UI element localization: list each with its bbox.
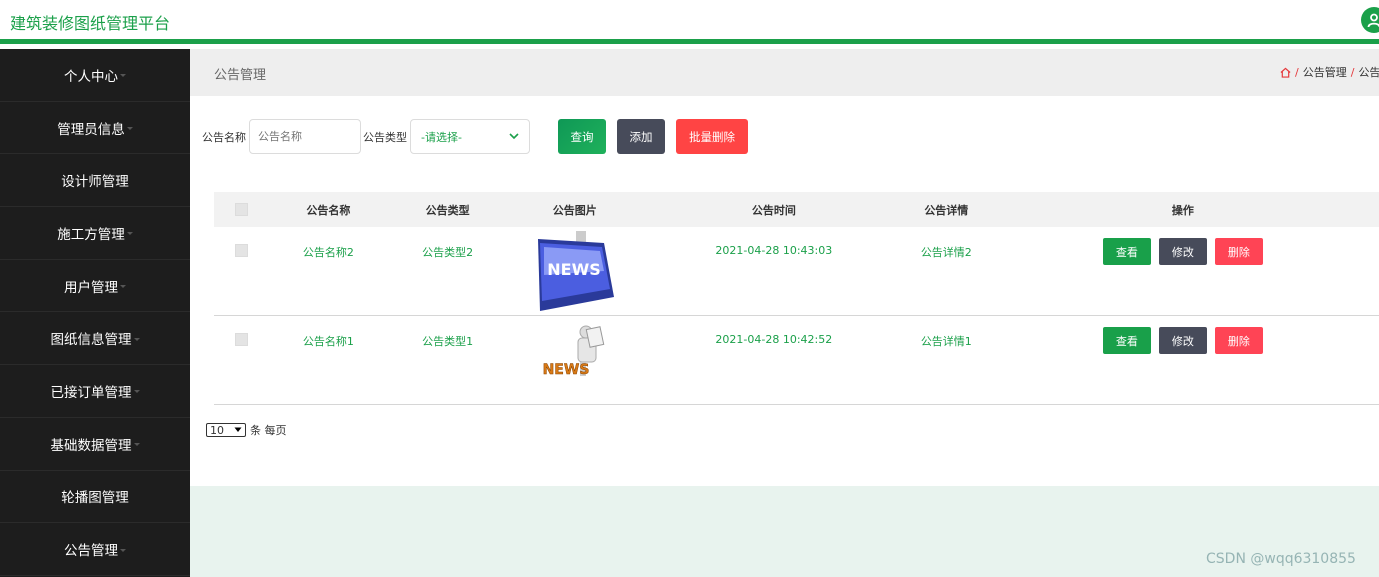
- news-image-text: NEWS: [547, 260, 601, 279]
- notice-time: 2021-04-28 10:43:03: [715, 244, 833, 257]
- select-all-checkbox[interactable]: [235, 203, 249, 216]
- sidebar-item-label: 已接订单管理: [50, 384, 132, 401]
- caret-down-icon: [126, 232, 133, 236]
- name-search-input[interactable]: [249, 119, 361, 154]
- header-checkbox-cell: [214, 203, 269, 216]
- notice-table: 公告名称 公告类型 公告图片 公告时间 公告详情 操作 公告名称2 公告类型2 …: [214, 192, 1379, 405]
- notice-detail: 公告详情2: [920, 246, 972, 259]
- sidebar: 个人中心管理员信息设计师管理施工方管理用户管理图纸信息管理 已接订单管理 基础数据管…: [0, 49, 190, 577]
- type-select[interactable]: -请选择-: [410, 119, 530, 154]
- row-actions: 查看 修改 删除: [987, 316, 1379, 354]
- sidebar-item-label: 施工方管理: [57, 226, 125, 243]
- chevron-down-icon: [234, 427, 242, 432]
- type-select-value: -请选择-: [421, 130, 462, 144]
- header-time: 公告时间: [751, 203, 796, 217]
- caret-down-icon: [120, 285, 126, 289]
- home-icon[interactable]: [1280, 67, 1291, 78]
- table-row: 公告名称1 公告类型1 NEWS 2021-04-28 10:42:52 公告详…: [214, 316, 1379, 405]
- chevron-down-icon: [509, 133, 519, 140]
- caret-down-icon: [133, 443, 140, 447]
- notice-detail: 公告详情1: [920, 335, 972, 348]
- sidebar-item-label: 轮播图管理: [61, 490, 129, 507]
- query-button[interactable]: 查询: [558, 119, 606, 154]
- user-avatar-icon[interactable]: [1361, 7, 1379, 33]
- caret-down-icon: [120, 74, 126, 78]
- content-panel: 公告管理 / 公告管理 / 公告资 公告名称 公告类型 -请选择-: [190, 49, 1379, 486]
- caret-down-icon: [133, 390, 140, 394]
- breadcrumb-separator: /: [1295, 65, 1299, 79]
- sidebar-item[interactable]: 用户管理: [0, 260, 190, 313]
- header-image: 公告图片: [552, 203, 597, 217]
- sidebar-item[interactable]: 施工方管理: [0, 207, 190, 260]
- breadcrumb: / 公告管理 / 公告资: [1280, 64, 1379, 80]
- row-checkbox[interactable]: [235, 244, 249, 257]
- search-bar: 公告名称 公告类型 -请选择- 查询 添加 批量删除: [202, 119, 748, 154]
- table-row: 公告名称2 公告类型2 NEWS 2021-04-28 10:43:03 公告详…: [214, 227, 1379, 316]
- row-checkbox-cell: [214, 227, 269, 257]
- delete-button[interactable]: 删除: [1214, 327, 1263, 354]
- header-name: 公告名称: [306, 203, 351, 217]
- caret-down-icon: [133, 337, 140, 341]
- news-image-text: NEWS: [542, 362, 589, 378]
- notice-type: 公告类型1: [422, 335, 474, 348]
- news-keyboard-image: NEWS: [537, 231, 614, 311]
- sidebar-item[interactable]: 基础数据管理: [0, 418, 190, 471]
- news-reading-figure-image: NEWS: [542, 325, 605, 378]
- header-actions: 操作: [1171, 203, 1194, 217]
- sidebar-item[interactable]: 图纸信息管理: [0, 312, 190, 366]
- sidebar-item[interactable]: 管理员信息: [0, 102, 190, 155]
- top-bar: 建筑装修图纸管理平台: [0, 0, 1379, 44]
- sidebar-item-label: 基础数据管理: [50, 437, 132, 454]
- sidebar-item[interactable]: 设计师管理: [0, 154, 190, 208]
- breadcrumb-item-1[interactable]: 公告管理: [1303, 64, 1347, 80]
- sidebar-item-label: 个人中心: [64, 68, 118, 85]
- add-button[interactable]: 添加: [617, 119, 665, 154]
- row-checkbox[interactable]: [235, 333, 249, 346]
- page-size-suffix: 条 每页: [250, 424, 287, 437]
- main-area: 公告管理 / 公告管理 / 公告资 公告名称 公告类型 -请选择-: [190, 49, 1379, 577]
- page-size-select[interactable]: 10: [206, 423, 246, 437]
- header-detail: 公告详情: [924, 203, 969, 217]
- edit-button[interactable]: 修改: [1158, 327, 1207, 354]
- notice-image[interactable]: NEWS: [508, 316, 642, 380]
- name-label: 公告名称: [202, 130, 246, 144]
- sidebar-item[interactable]: 轮播图管理: [0, 471, 190, 524]
- notice-name: 公告名称2: [302, 246, 354, 259]
- app-title: 建筑装修图纸管理平台: [10, 14, 171, 33]
- sidebar-item-label: 管理员信息: [57, 121, 125, 138]
- breadcrumb-separator: /: [1350, 65, 1355, 79]
- notice-image[interactable]: NEWS: [508, 227, 642, 311]
- caret-down-icon: [126, 127, 133, 131]
- sidebar-item[interactable]: 个人中心: [0, 49, 190, 102]
- page-title: 公告管理: [214, 68, 267, 83]
- sidebar-item-label: 用户管理: [64, 279, 118, 296]
- table-header: 公告名称 公告类型 公告图片 公告时间 公告详情 操作: [214, 192, 1379, 227]
- sidebar-item[interactable]: 公告管理: [0, 523, 190, 576]
- pagination: 10 条 每页: [206, 422, 287, 438]
- edit-button[interactable]: 修改: [1158, 238, 1207, 265]
- sidebar-item-label: 公告管理: [64, 543, 118, 560]
- sidebar-item-label: 图纸信息管理: [50, 332, 132, 349]
- type-label: 公告类型: [363, 130, 407, 144]
- watermark: CSDN @wqq6310855: [1206, 551, 1356, 567]
- sidebar-item[interactable]: 已接订单管理: [0, 365, 190, 418]
- sidebar-item-label: 设计师管理: [61, 174, 129, 191]
- user-icon: [1367, 13, 1379, 28]
- batch-delete-button[interactable]: 批量删除: [676, 119, 748, 154]
- row-actions: 查看 修改 删除: [987, 227, 1379, 265]
- notice-type: 公告类型2: [422, 246, 474, 259]
- view-button[interactable]: 查看: [1102, 238, 1151, 265]
- page-header: 公告管理 / 公告管理 / 公告资: [190, 49, 1379, 96]
- notice-name: 公告名称1: [302, 335, 354, 348]
- breadcrumb-item-2[interactable]: 公告资: [1358, 64, 1379, 80]
- delete-button[interactable]: 删除: [1214, 238, 1263, 265]
- caret-down-icon: [120, 548, 126, 552]
- notice-time: 2021-04-28 10:42:52: [715, 333, 833, 346]
- row-checkbox-cell: [214, 316, 269, 346]
- view-button[interactable]: 查看: [1102, 327, 1151, 354]
- page-size-value: 10: [210, 423, 224, 437]
- header-type: 公告类型: [425, 203, 470, 217]
